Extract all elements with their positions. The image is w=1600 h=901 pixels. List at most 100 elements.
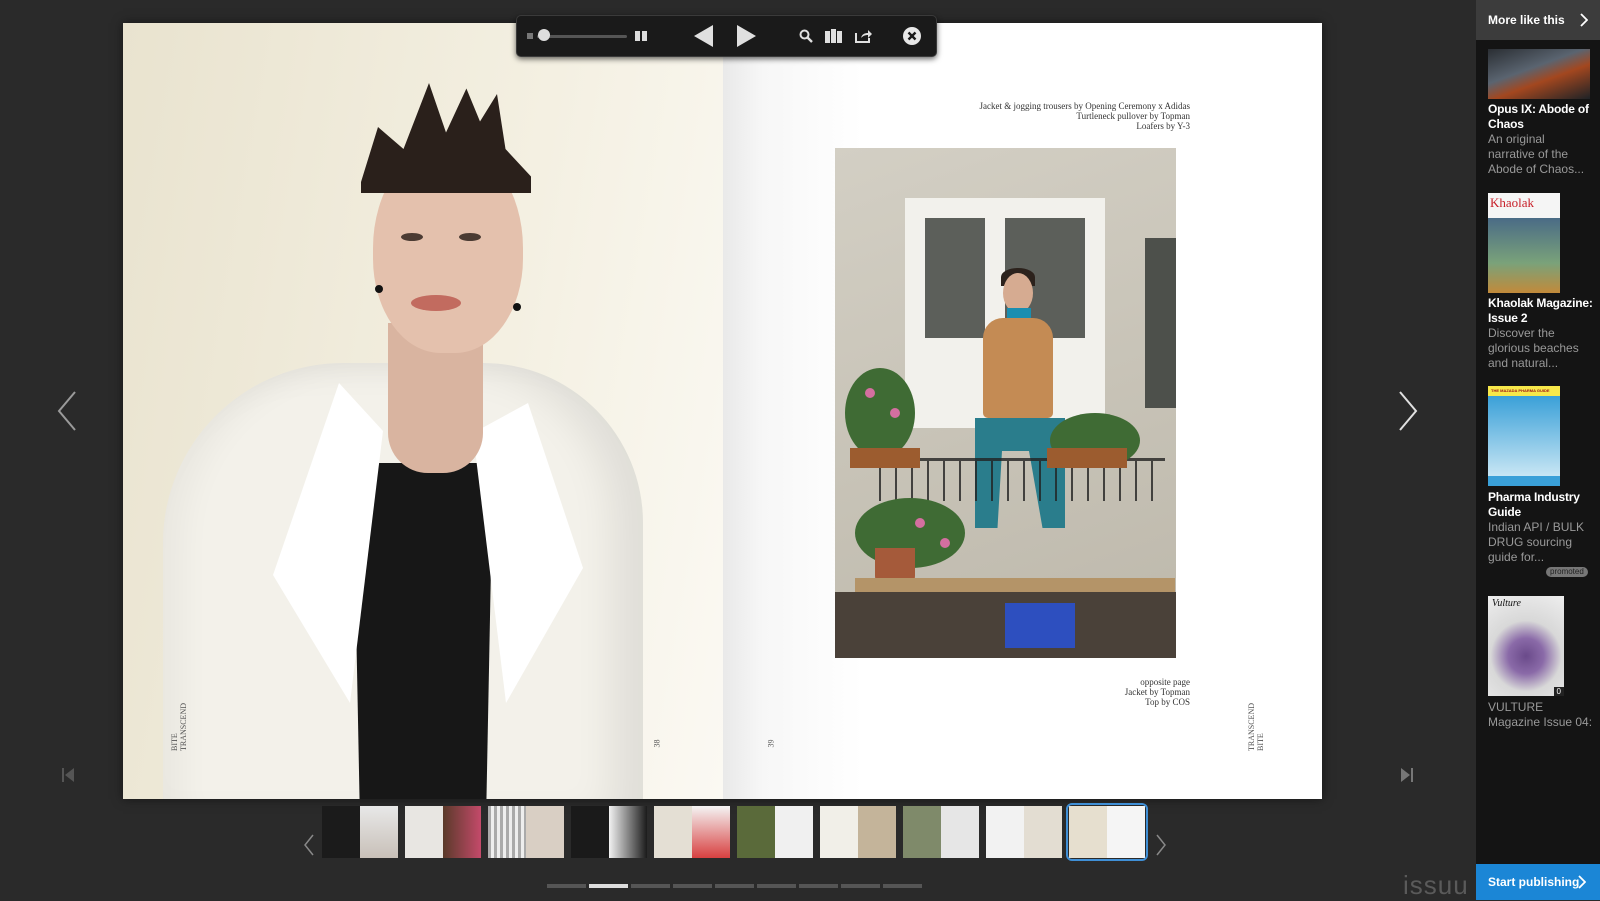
recommendation-item[interactable]: Vulture 0 VULTURE Magazine Issue 04: xyxy=(1488,596,1596,730)
start-publishing-label: Start publishing xyxy=(1488,875,1580,889)
page-dot[interactable] xyxy=(757,884,796,888)
share-button[interactable] xyxy=(851,16,877,56)
credit-line: Turtleneck pullover by Topman xyxy=(1076,111,1190,121)
page-indicator xyxy=(547,884,922,888)
cover-thumbnail[interactable] xyxy=(1488,49,1590,99)
cover-count-badge: 0 xyxy=(1553,687,1564,696)
next-page-button[interactable] xyxy=(731,16,761,56)
last-page-button[interactable] xyxy=(1399,767,1415,783)
triangle-right-icon xyxy=(737,25,756,47)
cover-title: Vulture xyxy=(1492,598,1521,609)
close-circle-icon xyxy=(903,27,921,45)
chevron-left-icon xyxy=(304,834,314,856)
portrait-eye xyxy=(401,233,423,241)
share-icon xyxy=(855,30,872,43)
recommendation-title[interactable]: Pharma Industry Guide xyxy=(1488,490,1596,520)
spine-text: TRANSCEND BITE xyxy=(1247,702,1265,751)
more-like-this-sidebar: More like this Opus IX: Abode of Chaos A… xyxy=(1476,0,1600,900)
recommendation-item[interactable]: Opus IX: Abode of Chaos An original narr… xyxy=(1488,49,1594,177)
credits-bottom: opposite page Jacket by Topman Top by CO… xyxy=(1125,677,1190,707)
thumbnail[interactable] xyxy=(322,806,398,858)
thumbnail[interactable] xyxy=(654,806,730,858)
recommendation-item[interactable]: THE MAZADA PHARMA GUIDE Pharma Industry … xyxy=(1488,386,1596,565)
credit-line: Loafers by Y-3 xyxy=(1136,121,1190,131)
portrait-lips xyxy=(411,295,461,311)
page-dot-active[interactable] xyxy=(589,884,628,888)
portrait-shirt xyxy=(353,463,493,799)
page-dot[interactable] xyxy=(631,884,670,888)
recommendation-description: An original narrative of the Abode of Ch… xyxy=(1488,132,1585,176)
cover-thumbnail[interactable]: Khaolak xyxy=(1488,193,1560,293)
cover-title: Khaolak xyxy=(1490,195,1535,210)
recommendation-title[interactable]: Opus IX: Abode of Chaos xyxy=(1488,102,1594,132)
zoom-slider-handle[interactable] xyxy=(538,29,550,41)
recommendation-description: Indian API / BULK DRUG sourcing guide fo… xyxy=(1488,520,1585,564)
right-page[interactable]: Jacket & jogging trousers by Opening Cer… xyxy=(723,23,1322,799)
stack-icon xyxy=(825,29,842,43)
left-page[interactable]: BITE TRANSCEND 38 xyxy=(123,23,723,799)
chevron-right-icon xyxy=(1399,391,1418,431)
credit-line: Jacket & jogging trousers by Opening Cer… xyxy=(979,101,1190,111)
zoom-slider[interactable] xyxy=(537,35,627,38)
sidebar-header[interactable]: More like this xyxy=(1476,0,1600,40)
page-number: 38 xyxy=(652,739,662,748)
thumbnail[interactable] xyxy=(571,806,647,858)
page-dot[interactable] xyxy=(547,884,586,888)
reader-toolbar xyxy=(516,15,937,57)
thumbnail[interactable] xyxy=(903,806,979,858)
page-number: 39 xyxy=(766,739,776,748)
chevron-left-icon xyxy=(57,391,76,431)
page-dot[interactable] xyxy=(715,884,754,888)
page-dot[interactable] xyxy=(799,884,838,888)
page-dot[interactable] xyxy=(673,884,712,888)
previous-page-button[interactable] xyxy=(689,16,719,56)
search-button[interactable] xyxy=(795,16,817,56)
promoted-badge: promoted xyxy=(1546,567,1588,577)
recommendation-description: Discover the glorious beaches and natura… xyxy=(1488,326,1579,370)
previous-spread-button[interactable] xyxy=(52,388,82,434)
thumbnail[interactable] xyxy=(820,806,896,858)
magazine-spread[interactable]: BITE TRANSCEND 38 Jacket & jogging trous… xyxy=(123,23,1322,799)
thumbnail[interactable] xyxy=(986,806,1062,858)
spine-text: BITE TRANSCEND xyxy=(170,702,188,751)
skip-last-icon xyxy=(1401,768,1413,782)
thumbs-next-button[interactable] xyxy=(1154,832,1168,858)
issuu-logo[interactable]: issuu xyxy=(1403,870,1469,901)
first-page-button[interactable] xyxy=(60,767,76,783)
magnifier-icon xyxy=(799,29,813,43)
chevron-right-icon xyxy=(1578,875,1586,889)
skip-first-icon xyxy=(62,768,74,782)
close-button[interactable] xyxy=(899,16,925,56)
earring xyxy=(375,285,383,293)
fashion-photo xyxy=(835,148,1176,658)
recommendation-description: VULTURE Magazine Issue 04: xyxy=(1488,700,1593,729)
next-spread-button[interactable] xyxy=(1393,388,1423,434)
cover-title: THE MAZADA PHARMA GUIDE xyxy=(1491,388,1550,393)
recommendation-item[interactable]: Khaolak Khaolak Magazine: Issue 2 Discov… xyxy=(1488,193,1596,371)
sidebar-header-label: More like this xyxy=(1488,13,1565,27)
thumbnail-active[interactable] xyxy=(1066,803,1148,861)
stack-button[interactable] xyxy=(822,16,846,56)
thumbnail[interactable] xyxy=(737,806,813,858)
chevron-right-icon xyxy=(1580,13,1588,27)
portrait-eye xyxy=(459,233,481,241)
cover-thumbnail[interactable]: Vulture 0 xyxy=(1488,596,1564,696)
thumbnail[interactable] xyxy=(405,806,481,858)
start-publishing-button[interactable]: Start publishing xyxy=(1476,864,1600,900)
credit-line: Top by COS xyxy=(1145,697,1190,707)
cover-thumbnail[interactable]: THE MAZADA PHARMA GUIDE xyxy=(1488,386,1560,486)
thumbnail-strip xyxy=(322,803,1148,861)
triangle-left-icon xyxy=(694,25,713,47)
recommendation-title[interactable]: Khaolak Magazine: Issue 2 xyxy=(1488,296,1596,326)
thumbnail[interactable] xyxy=(488,806,564,858)
credits-top: Jacket & jogging trousers by Opening Cer… xyxy=(980,101,1190,131)
chevron-right-icon xyxy=(1156,834,1166,856)
grid-icon[interactable] xyxy=(629,16,653,56)
page-dot[interactable] xyxy=(883,884,922,888)
page-dot[interactable] xyxy=(841,884,880,888)
credit-line: opposite page xyxy=(1140,677,1190,687)
credit-line: Jacket by Topman xyxy=(1124,687,1190,697)
earring xyxy=(513,303,521,311)
zoom-out-icon xyxy=(527,33,533,39)
thumbs-prev-button[interactable] xyxy=(302,832,316,858)
